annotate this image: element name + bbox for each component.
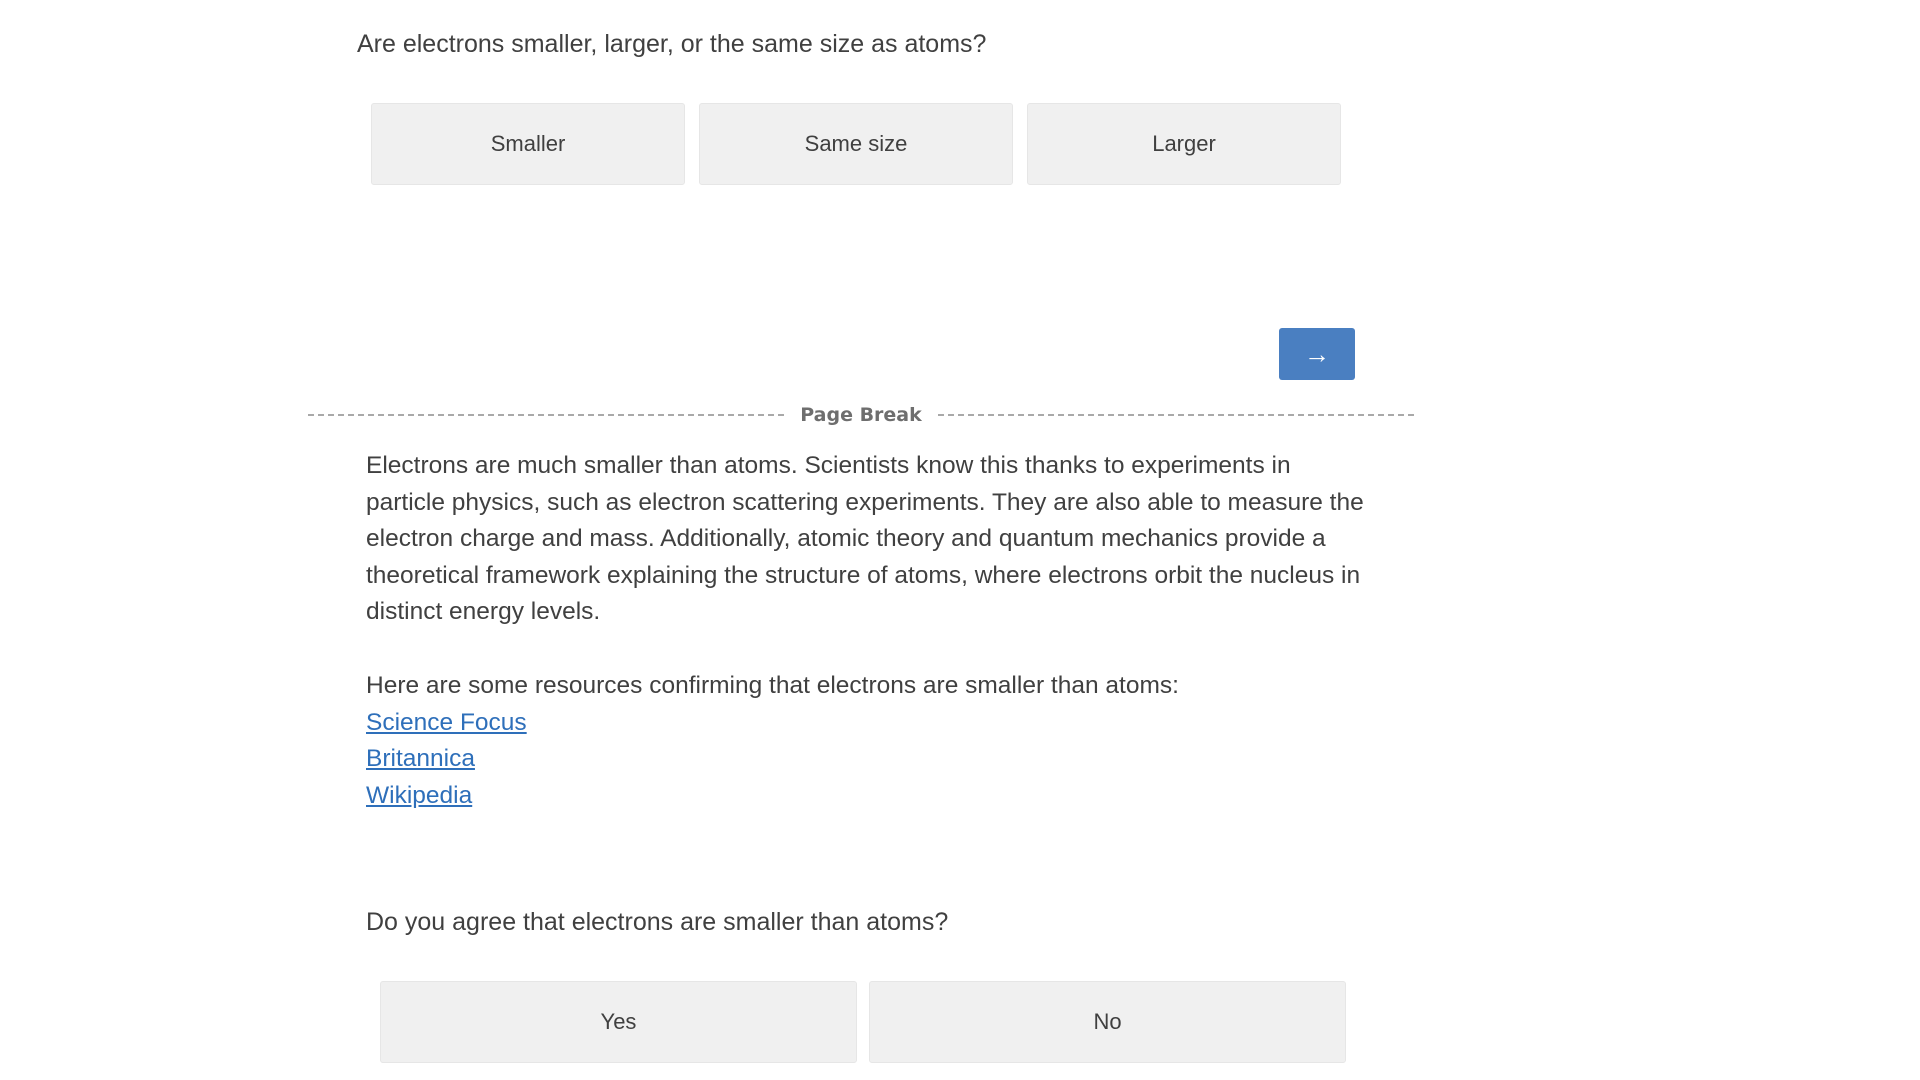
question-1-text: Are electrons smaller, larger, or the sa…	[357, 30, 987, 58]
link-science-focus[interactable]: Science Focus	[366, 705, 527, 742]
link-wikipedia[interactable]: Wikipedia	[366, 778, 472, 815]
page-break-line-right	[937, 414, 1415, 416]
choice-yes-button[interactable]: Yes	[380, 981, 857, 1063]
question-2-text: Do you agree that electrons are smaller …	[366, 908, 949, 936]
choice-smaller-button[interactable]: Smaller	[371, 103, 685, 185]
page-break-line-left	[308, 414, 785, 416]
resources-intro: Here are some resources confirming that …	[366, 672, 1179, 699]
info-paragraph: Electrons are much smaller than atoms. S…	[366, 452, 1364, 626]
survey-page: Are electrons smaller, larger, or the sa…	[0, 0, 1920, 1080]
question-1-choices: Smaller Same size Larger	[371, 103, 1341, 185]
next-button[interactable]: →	[1279, 328, 1355, 380]
question-2-choices: Yes No	[380, 981, 1346, 1063]
page-break-divider: Page Break	[308, 400, 1415, 430]
choice-larger-button[interactable]: Larger	[1027, 103, 1341, 185]
resources-section: Here are some resources confirming that …	[366, 668, 1376, 814]
link-britannica[interactable]: Britannica	[366, 741, 475, 778]
page-break-label: Page Break	[800, 404, 922, 426]
choice-no-button[interactable]: No	[869, 981, 1346, 1063]
choice-same-size-button[interactable]: Same size	[699, 103, 1013, 185]
